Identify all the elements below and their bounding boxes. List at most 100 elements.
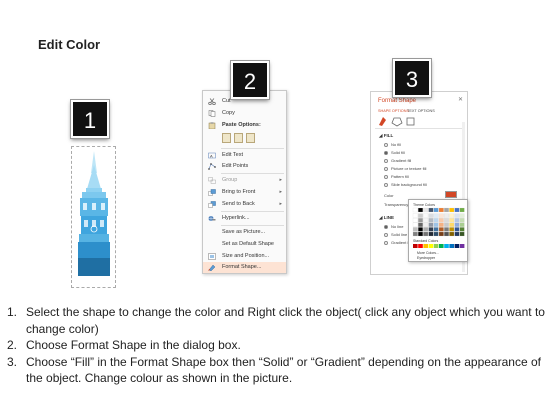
color-swatch <box>423 218 429 223</box>
instructions-list: 1. Select the shape to change the color … <box>7 304 557 387</box>
color-swatch <box>454 231 460 237</box>
standard-color-swatch <box>449 244 454 248</box>
paste-keep-source-icon[interactable] <box>222 133 231 143</box>
menu-item-label: Format Shape... <box>222 264 262 270</box>
color-swatch <box>433 207 439 213</box>
color-swatch <box>459 213 465 218</box>
menu-item-label: Group <box>222 177 238 183</box>
fill-section-header[interactable]: ◢ FILL <box>379 133 393 139</box>
color-swatch <box>449 213 455 218</box>
fill-option-slide-background[interactable]: Slide background fill <box>384 182 427 187</box>
eyedropper-option[interactable]: Eyedropper <box>417 256 435 260</box>
menu-item-paste-options: Paste Options: <box>203 120 286 131</box>
menu-item-set-default-shape[interactable]: Set as Default Shape <box>203 239 286 250</box>
menu-item-edit-points[interactable]: Edit Points <box>203 161 286 172</box>
bring-front-icon <box>208 189 216 196</box>
color-swatch <box>418 207 423 213</box>
close-icon[interactable]: ✕ <box>458 96 463 103</box>
line-section-header[interactable]: ◢ LINE <box>379 215 394 221</box>
step-2-badge: 2 <box>231 61 269 99</box>
color-swatch <box>423 227 429 232</box>
edit-text-icon: A <box>208 152 216 158</box>
menu-item-group[interactable]: Group ▸ <box>203 175 286 186</box>
menu-item-label: Size and Position... <box>222 253 270 259</box>
step-3-badge: 3 <box>393 59 431 97</box>
color-picker-popup: Theme Colors Standard Colors More Colors… <box>408 199 468 262</box>
menu-item-label: Copy <box>222 110 235 116</box>
menu-item-size-position[interactable]: Size and Position... <box>203 251 286 262</box>
instruction-item: 3. Choose “Fill” in the Format Shape box… <box>7 354 541 386</box>
instruction-item: 2. Choose Format Shape in the dialog box… <box>7 338 241 352</box>
menu-item-label: Set as Default Shape <box>222 241 274 247</box>
color-label: Color <box>384 193 394 198</box>
color-swatch <box>454 213 460 218</box>
menu-item-bring-to-front[interactable]: Bring to Front ▸ <box>203 187 286 198</box>
color-swatch <box>428 231 434 237</box>
standard-color-swatch <box>454 244 460 248</box>
color-swatch <box>444 218 449 223</box>
copy-icon <box>208 110 216 117</box>
menu-item-edit-text[interactable]: A Edit Text <box>203 150 286 161</box>
hyperlink-icon <box>208 216 216 221</box>
color-swatch <box>454 227 460 232</box>
tab-shape-options[interactable]: SHAPE OPTIONS <box>378 109 409 113</box>
fill-option-no-fill[interactable]: No fill <box>384 142 401 147</box>
color-swatch <box>444 213 449 218</box>
transparency-label: Transparency <box>384 202 409 207</box>
menu-separator <box>221 211 284 212</box>
menu-item-label: Bring to Front <box>222 189 256 195</box>
format-shape-icon <box>208 264 216 271</box>
color-swatch <box>449 207 455 213</box>
menu-item-save-as-picture[interactable]: Save as Picture... <box>203 227 286 238</box>
paste-options-row <box>222 133 258 145</box>
color-swatch <box>449 222 455 227</box>
standard-color-swatch <box>413 244 418 248</box>
menu-item-label: Send to Back <box>222 201 255 207</box>
color-swatch <box>433 231 439 237</box>
color-swatch <box>412 231 418 237</box>
color-swatch <box>449 218 455 223</box>
color-swatch <box>438 218 444 223</box>
color-swatch <box>454 222 460 227</box>
menu-item-format-shape[interactable]: Format Shape... <box>203 262 286 273</box>
standard-color-swatch <box>433 244 439 248</box>
color-swatch <box>423 207 429 213</box>
line-option-solid[interactable]: Solid line <box>384 232 407 237</box>
fill-option-picture[interactable]: Picture or texture fill <box>384 166 426 171</box>
color-swatch <box>412 213 418 218</box>
paste-text-only-icon[interactable] <box>246 133 255 143</box>
color-swatch <box>438 207 444 213</box>
tower-illustration <box>78 151 110 276</box>
color-swatch <box>433 213 439 218</box>
shape-options-icons <box>379 117 415 127</box>
paste-picture-icon[interactable] <box>234 133 243 143</box>
color-swatch <box>454 218 460 223</box>
menu-item-copy[interactable]: Copy <box>203 108 286 119</box>
color-swatch <box>428 213 434 218</box>
tab-text-options[interactable]: TEXT OPTIONS <box>407 109 435 113</box>
context-menu: Cut Copy Paste Options: A Edit Text Edit… <box>202 90 287 274</box>
menu-separator <box>221 148 284 149</box>
svg-text:A: A <box>210 153 213 158</box>
submenu-arrow-icon: ▸ <box>279 201 282 207</box>
step-1-badge: 1 <box>71 100 109 138</box>
color-swatch <box>454 207 460 213</box>
color-swatch <box>459 231 465 237</box>
color-swatch <box>433 227 439 232</box>
submenu-arrow-icon: ▸ <box>279 177 282 183</box>
menu-separator <box>221 225 284 226</box>
menu-item-hyperlink[interactable]: Hyperlink... <box>203 213 286 224</box>
effects-icon <box>391 117 403 127</box>
line-option-none[interactable]: No line <box>384 224 403 229</box>
standard-colors-label: Standard Colors <box>413 239 439 243</box>
fill-color-picker[interactable] <box>445 191 457 198</box>
tower-shape[interactable] <box>71 146 116 288</box>
fill-option-pattern[interactable]: Pattern fill <box>384 174 409 179</box>
color-swatch <box>418 213 423 218</box>
color-swatch <box>412 218 418 223</box>
fill-option-solid[interactable]: Solid fill <box>384 150 405 155</box>
more-colors-option[interactable]: More Colors... <box>417 251 439 255</box>
fill-option-gradient[interactable]: Gradient fill <box>384 158 411 163</box>
paste-icon <box>208 122 216 129</box>
menu-item-send-to-back[interactable]: Send to Back ▸ <box>203 199 286 210</box>
